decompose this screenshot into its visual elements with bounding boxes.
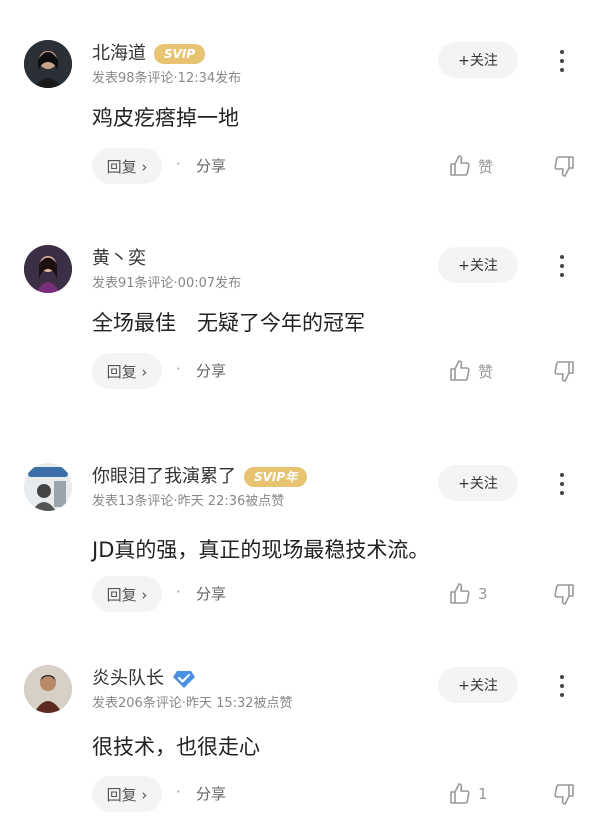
share-link[interactable]: 分享 [196,783,226,804]
dislike-button[interactable] [552,582,576,606]
avatar[interactable] [24,40,72,88]
avatar[interactable] [24,463,72,511]
comment-text: JD真的强，真正的现场最稳技术流。 [92,538,430,562]
thumbs-up-icon [450,783,470,804]
like-button[interactable]: 赞 [448,359,493,383]
separator-dot: · [176,583,181,601]
more-options-icon[interactable] [552,46,572,76]
thumbs-up-icon [450,583,470,604]
more-options-icon[interactable] [552,469,572,499]
comment-text: 全场最佳 无疑了今年的冠军 [92,311,365,335]
like-button[interactable]: 1 [448,782,488,806]
thumbs-down-icon [554,361,574,382]
share-link[interactable]: 分享 [196,155,226,176]
thumbs-down-icon [554,156,574,177]
avatar[interactable] [24,245,72,293]
reply-button[interactable]: 回复 › [92,576,162,612]
verified-diamond-icon [173,671,195,688]
like-count: 赞 [478,362,494,381]
like-count: 3 [478,585,488,603]
username[interactable]: 炎头队长 [92,667,164,691]
more-options-icon[interactable] [552,671,572,701]
name-row: 你眼泪了我演累了 SVIP年 [92,465,308,489]
thumbs-up-icon [450,360,470,381]
reply-button[interactable]: 回复 › [92,776,162,812]
dislike-button[interactable] [552,359,576,383]
separator-dot: · [176,360,181,378]
avatar[interactable] [24,665,72,713]
like-count: 1 [478,785,488,803]
name-row: 北海道 SVIP [92,42,206,66]
comment-meta: 发表13条评论·昨天 22:36被点赞 [92,494,285,509]
follow-button[interactable]: +关注 [438,247,518,283]
like-count: 赞 [478,157,494,176]
share-link[interactable]: 分享 [196,583,226,604]
name-row: 炎头队长 [92,667,196,691]
svip-badge: SVIP [154,44,206,64]
thumbs-down-icon [554,784,574,805]
username[interactable]: 北海道 [92,42,146,66]
thumbs-down-icon [554,584,574,605]
username[interactable]: 你眼泪了我演累了 [92,465,236,489]
follow-button[interactable]: +关注 [438,465,518,501]
comment-meta: 发表206条评论·昨天 15:32被点赞 [92,696,293,711]
follow-button[interactable]: +关注 [438,42,518,78]
separator-dot: · [176,155,181,173]
share-link[interactable]: 分享 [196,360,226,381]
svip-badge: SVIP年 [244,467,308,487]
follow-button[interactable]: +关注 [438,667,518,703]
thumbs-up-icon [450,155,470,176]
comment-text: 很技术，也很走心 [92,735,260,759]
comment-meta: 发表91条评论·00:07发布 [92,276,242,291]
reply-button[interactable]: 回复 › [92,353,162,389]
name-row: 黄丶奕 [92,247,146,271]
like-button[interactable]: 赞 [448,154,493,178]
dislike-button[interactable] [552,782,576,806]
comment-meta: 发表98条评论·12:34发布 [92,71,242,86]
more-options-icon[interactable] [552,251,572,281]
username[interactable]: 黄丶奕 [92,247,146,271]
comment-text: 鸡皮疙瘩掉一地 [92,106,239,130]
reply-button[interactable]: 回复 › [92,148,162,184]
dislike-button[interactable] [552,154,576,178]
separator-dot: · [176,783,181,801]
like-button[interactable]: 3 [448,582,488,606]
